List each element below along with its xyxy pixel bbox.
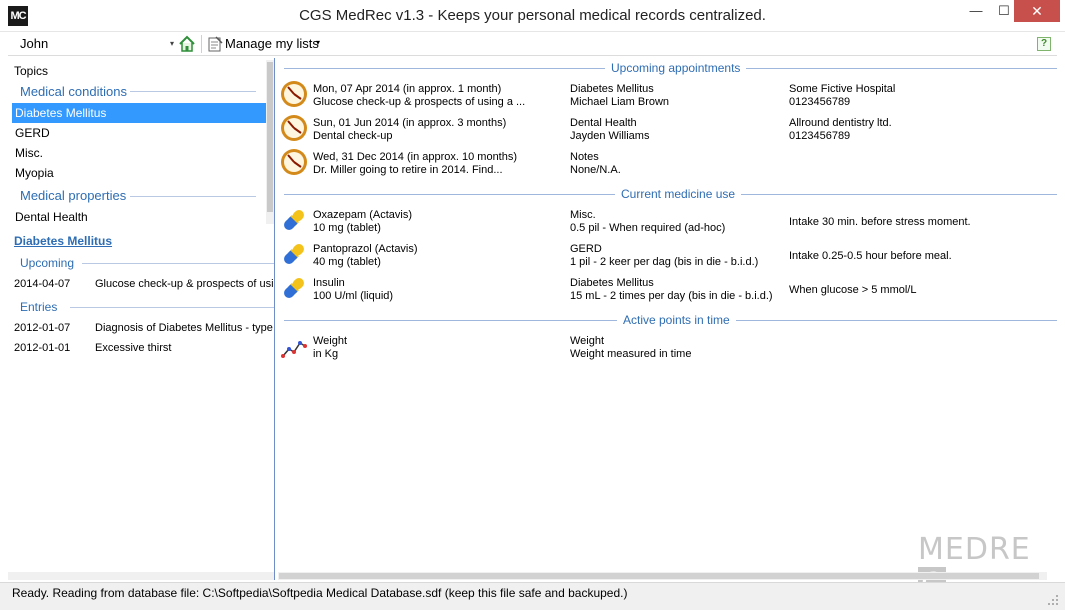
appointment-description[interactable]: Dental check-up: [313, 130, 393, 143]
entry-text[interactable]: Excessive thirst: [95, 342, 273, 354]
topics-scrollbar[interactable]: [266, 60, 274, 224]
appointment-person[interactable]: Jayden Williams: [570, 130, 649, 143]
topics-list: Topics Medical conditions Diabetes Melli…: [8, 58, 275, 228]
chevron-down-icon: ▾: [169, 39, 174, 48]
medicine-topic[interactable]: Misc.: [570, 209, 596, 222]
medicine-form[interactable]: 40 mg (tablet): [313, 256, 381, 269]
appointment-phone[interactable]: 0123456789: [789, 96, 850, 109]
pill-icon: [284, 278, 304, 298]
appointment-place[interactable]: Allround dentistry ltd.: [789, 117, 892, 130]
appointment-description[interactable]: Dr. Miller going to retire in 2014. Find…: [313, 164, 503, 177]
appointment-person[interactable]: Michael Liam Brown: [570, 96, 669, 109]
topic-item-diabetes-mellitus[interactable]: Diabetes Mellitus: [12, 103, 266, 123]
medicine-section-title: Current medicine use: [615, 187, 742, 201]
entry-date[interactable]: 2012-01-07: [14, 322, 70, 334]
main-horizontal-scrollbar[interactable]: [278, 572, 1047, 580]
medicine-name[interactable]: Pantoprazol (Actavis): [313, 243, 418, 256]
group-divider: [130, 91, 256, 92]
medicine-note[interactable]: When glucose > 5 mmol/L: [789, 284, 916, 297]
chevron-down-icon[interactable]: ▾: [316, 38, 320, 47]
clock-icon: [281, 81, 307, 107]
topic-item-gerd[interactable]: GERD: [12, 123, 266, 143]
medicine-form[interactable]: 10 mg (tablet): [313, 222, 381, 235]
left-horizontal-scrollbar[interactable]: [8, 572, 274, 580]
medicine-dose[interactable]: 0.5 pil - When required (ad-hoc): [570, 222, 725, 235]
title-bar: MC CGS MedRec v1.3 - Keeps your personal…: [0, 0, 1065, 32]
help-icon[interactable]: ?: [1037, 37, 1051, 51]
status-bar: Ready. Reading from database file: C:\So…: [0, 582, 1065, 610]
upcoming-date[interactable]: 2014-04-07: [14, 278, 70, 290]
appointment-person[interactable]: None/N.A.: [570, 164, 621, 177]
entry-text[interactable]: Diagnosis of Diabetes Mellitus - type 2: [95, 322, 273, 334]
point-name[interactable]: Weight: [313, 335, 347, 348]
window-title: CGS MedRec v1.3 - Keeps your personal me…: [299, 7, 766, 24]
medicine-form[interactable]: 100 U/ml (liquid): [313, 290, 393, 303]
watermark-text: MEDRE: [918, 532, 1031, 567]
left-pane: Topics Medical conditions Diabetes Melli…: [8, 58, 275, 580]
clock-icon: [281, 115, 307, 141]
close-button[interactable]: ✕: [1014, 0, 1060, 22]
scrollbar-thumb[interactable]: [279, 573, 1039, 579]
medicine-note[interactable]: Intake 30 min. before stress moment.: [789, 216, 971, 229]
medicine-topic[interactable]: GERD: [570, 243, 602, 256]
points-section-title: Active points in time: [617, 313, 736, 327]
point-unit[interactable]: in Kg: [313, 348, 338, 361]
topic-item-dental-health[interactable]: Dental Health: [12, 207, 266, 227]
group-medical-conditions: Medical conditions: [20, 84, 127, 99]
detail-title-link[interactable]: Diabetes Mellitus: [14, 234, 112, 248]
medicine-note[interactable]: Intake 0.25-0.5 hour before meal.: [789, 250, 952, 263]
upcoming-text[interactable]: Glucose check-up & prospects of using: [95, 278, 273, 290]
manage-lists-button[interactable]: Manage my lists: [225, 36, 319, 51]
user-select[interactable]: John ▾: [12, 34, 176, 54]
section-divider: [70, 307, 274, 308]
appointment-topic[interactable]: Diabetes Mellitus: [570, 83, 654, 96]
medicine-topic[interactable]: Diabetes Mellitus: [570, 277, 654, 290]
resize-grip-icon[interactable]: [1047, 594, 1059, 606]
group-divider: [130, 196, 256, 197]
scrollbar-thumb[interactable]: [267, 62, 273, 212]
line-graph-icon: [281, 341, 307, 358]
status-text: Ready. Reading from database file: C:\So…: [12, 586, 628, 600]
appointment-date[interactable]: Sun, 01 Jun 2014 (in approx. 3 months): [313, 117, 506, 130]
appointment-topic[interactable]: Dental Health: [570, 117, 637, 130]
medicine-dose[interactable]: 15 mL - 2 times per day (bis in die - b.…: [570, 290, 773, 303]
user-select-value: John: [20, 36, 49, 51]
appointment-description[interactable]: Glucose check-up & prospects of using a …: [313, 96, 525, 109]
home-icon[interactable]: [178, 35, 196, 53]
upcoming-header: Upcoming: [20, 256, 75, 270]
toolbar: John ▾ Manage my lists ▾ ?: [8, 32, 1057, 56]
minimize-button[interactable]: —: [962, 0, 990, 22]
topic-item-misc[interactable]: Misc.: [12, 143, 266, 163]
appointment-topic[interactable]: Notes: [570, 151, 599, 164]
pill-icon: [284, 244, 304, 264]
toolbar-separator: [201, 35, 202, 53]
topic-item-myopia[interactable]: Myopia: [12, 163, 266, 183]
entries-header: Entries: [20, 300, 58, 314]
group-medical-properties: Medical properties: [20, 188, 127, 203]
main-pane: Upcoming appointments Mon, 07 Apr 2014 (…: [276, 58, 1057, 602]
clock-icon: [281, 149, 307, 175]
medicine-dose[interactable]: 1 pil - 2 keer per dag (bis in die - b.i…: [570, 256, 758, 269]
pill-icon: [284, 210, 304, 230]
appointment-place[interactable]: Some Fictive Hospital: [789, 83, 895, 96]
point-description[interactable]: Weight measured in time: [570, 348, 691, 361]
appointments-section-title: Upcoming appointments: [605, 61, 747, 75]
point-topic[interactable]: Weight: [570, 335, 604, 348]
medicine-name[interactable]: Insulin: [313, 277, 345, 290]
topics-header: Topics: [14, 64, 49, 78]
appointment-phone[interactable]: 0123456789: [789, 130, 850, 143]
appointment-date[interactable]: Wed, 31 Dec 2014 (in approx. 10 months): [313, 151, 517, 164]
medicine-name[interactable]: Oxazepam (Actavis): [313, 209, 412, 222]
appointment-date[interactable]: Mon, 07 Apr 2014 (in approx. 1 month): [313, 83, 501, 96]
section-divider: [82, 263, 274, 264]
entry-date[interactable]: 2012-01-01: [14, 342, 70, 354]
list-edit-icon[interactable]: [206, 35, 224, 53]
